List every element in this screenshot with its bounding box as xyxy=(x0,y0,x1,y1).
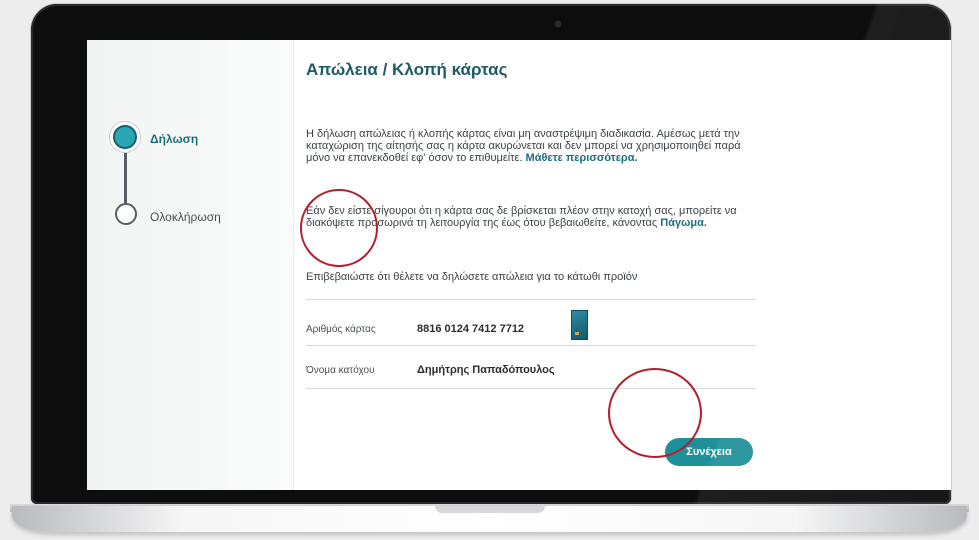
card-holder-label: Όνομα κατόχου xyxy=(306,365,375,376)
step-active-indicator-icon xyxy=(113,125,137,149)
info-paragraph-1: Η δήλωση απώλειας ή κλοπής κάρτας είναι … xyxy=(306,128,766,164)
continue-button[interactable]: Συνέχεια xyxy=(665,438,753,466)
confirm-paragraph: Επιβεβαιώστε ότι θέλετε να δηλώσετε απώλ… xyxy=(306,271,638,283)
card-number-value: 8816 0124 7412 7712 xyxy=(417,323,525,335)
card-holder-value: Δημήτρης Παπαδόπουλος xyxy=(417,364,555,376)
row-divider xyxy=(306,388,756,389)
step-connector xyxy=(124,150,127,206)
row-divider xyxy=(306,345,756,346)
progress-sidebar: Δήλωση Ολοκλήρωση xyxy=(87,40,294,490)
card-image xyxy=(571,310,588,340)
info-paragraph-2: Εάν δεν είστε σίγουροι ότι η κάρτα σας δ… xyxy=(306,205,766,229)
camera-icon xyxy=(555,21,561,27)
info-paragraph-1-text: Η δήλωση απώλειας ή κλοπής κάρτας είναι … xyxy=(306,128,741,164)
app-screen: Δήλωση Ολοκλήρωση Απώλεια / Κλοπή κάρτας… xyxy=(87,40,951,490)
page-title: Απώλεια / Κλοπή κάρτας xyxy=(306,60,508,79)
step-label-completion: Ολοκλήρωση xyxy=(150,210,221,224)
main-content: Απώλεια / Κλοπή κάρτας Η δήλωση απώλειας… xyxy=(306,40,946,490)
laptop-notch xyxy=(435,506,545,513)
freeze-link[interactable]: Πάγωμα. xyxy=(660,217,707,229)
learn-more-link[interactable]: Μάθετε περισσότερα. xyxy=(526,152,638,164)
laptop-lid: Δήλωση Ολοκλήρωση Απώλεια / Κλοπή κάρτας… xyxy=(31,4,951,504)
step-indicator-icon xyxy=(115,203,137,225)
card-number-label: Αριθμός κάρτας xyxy=(306,324,376,335)
step-label-declaration: Δήλωση xyxy=(150,132,199,146)
row-divider xyxy=(306,299,756,300)
